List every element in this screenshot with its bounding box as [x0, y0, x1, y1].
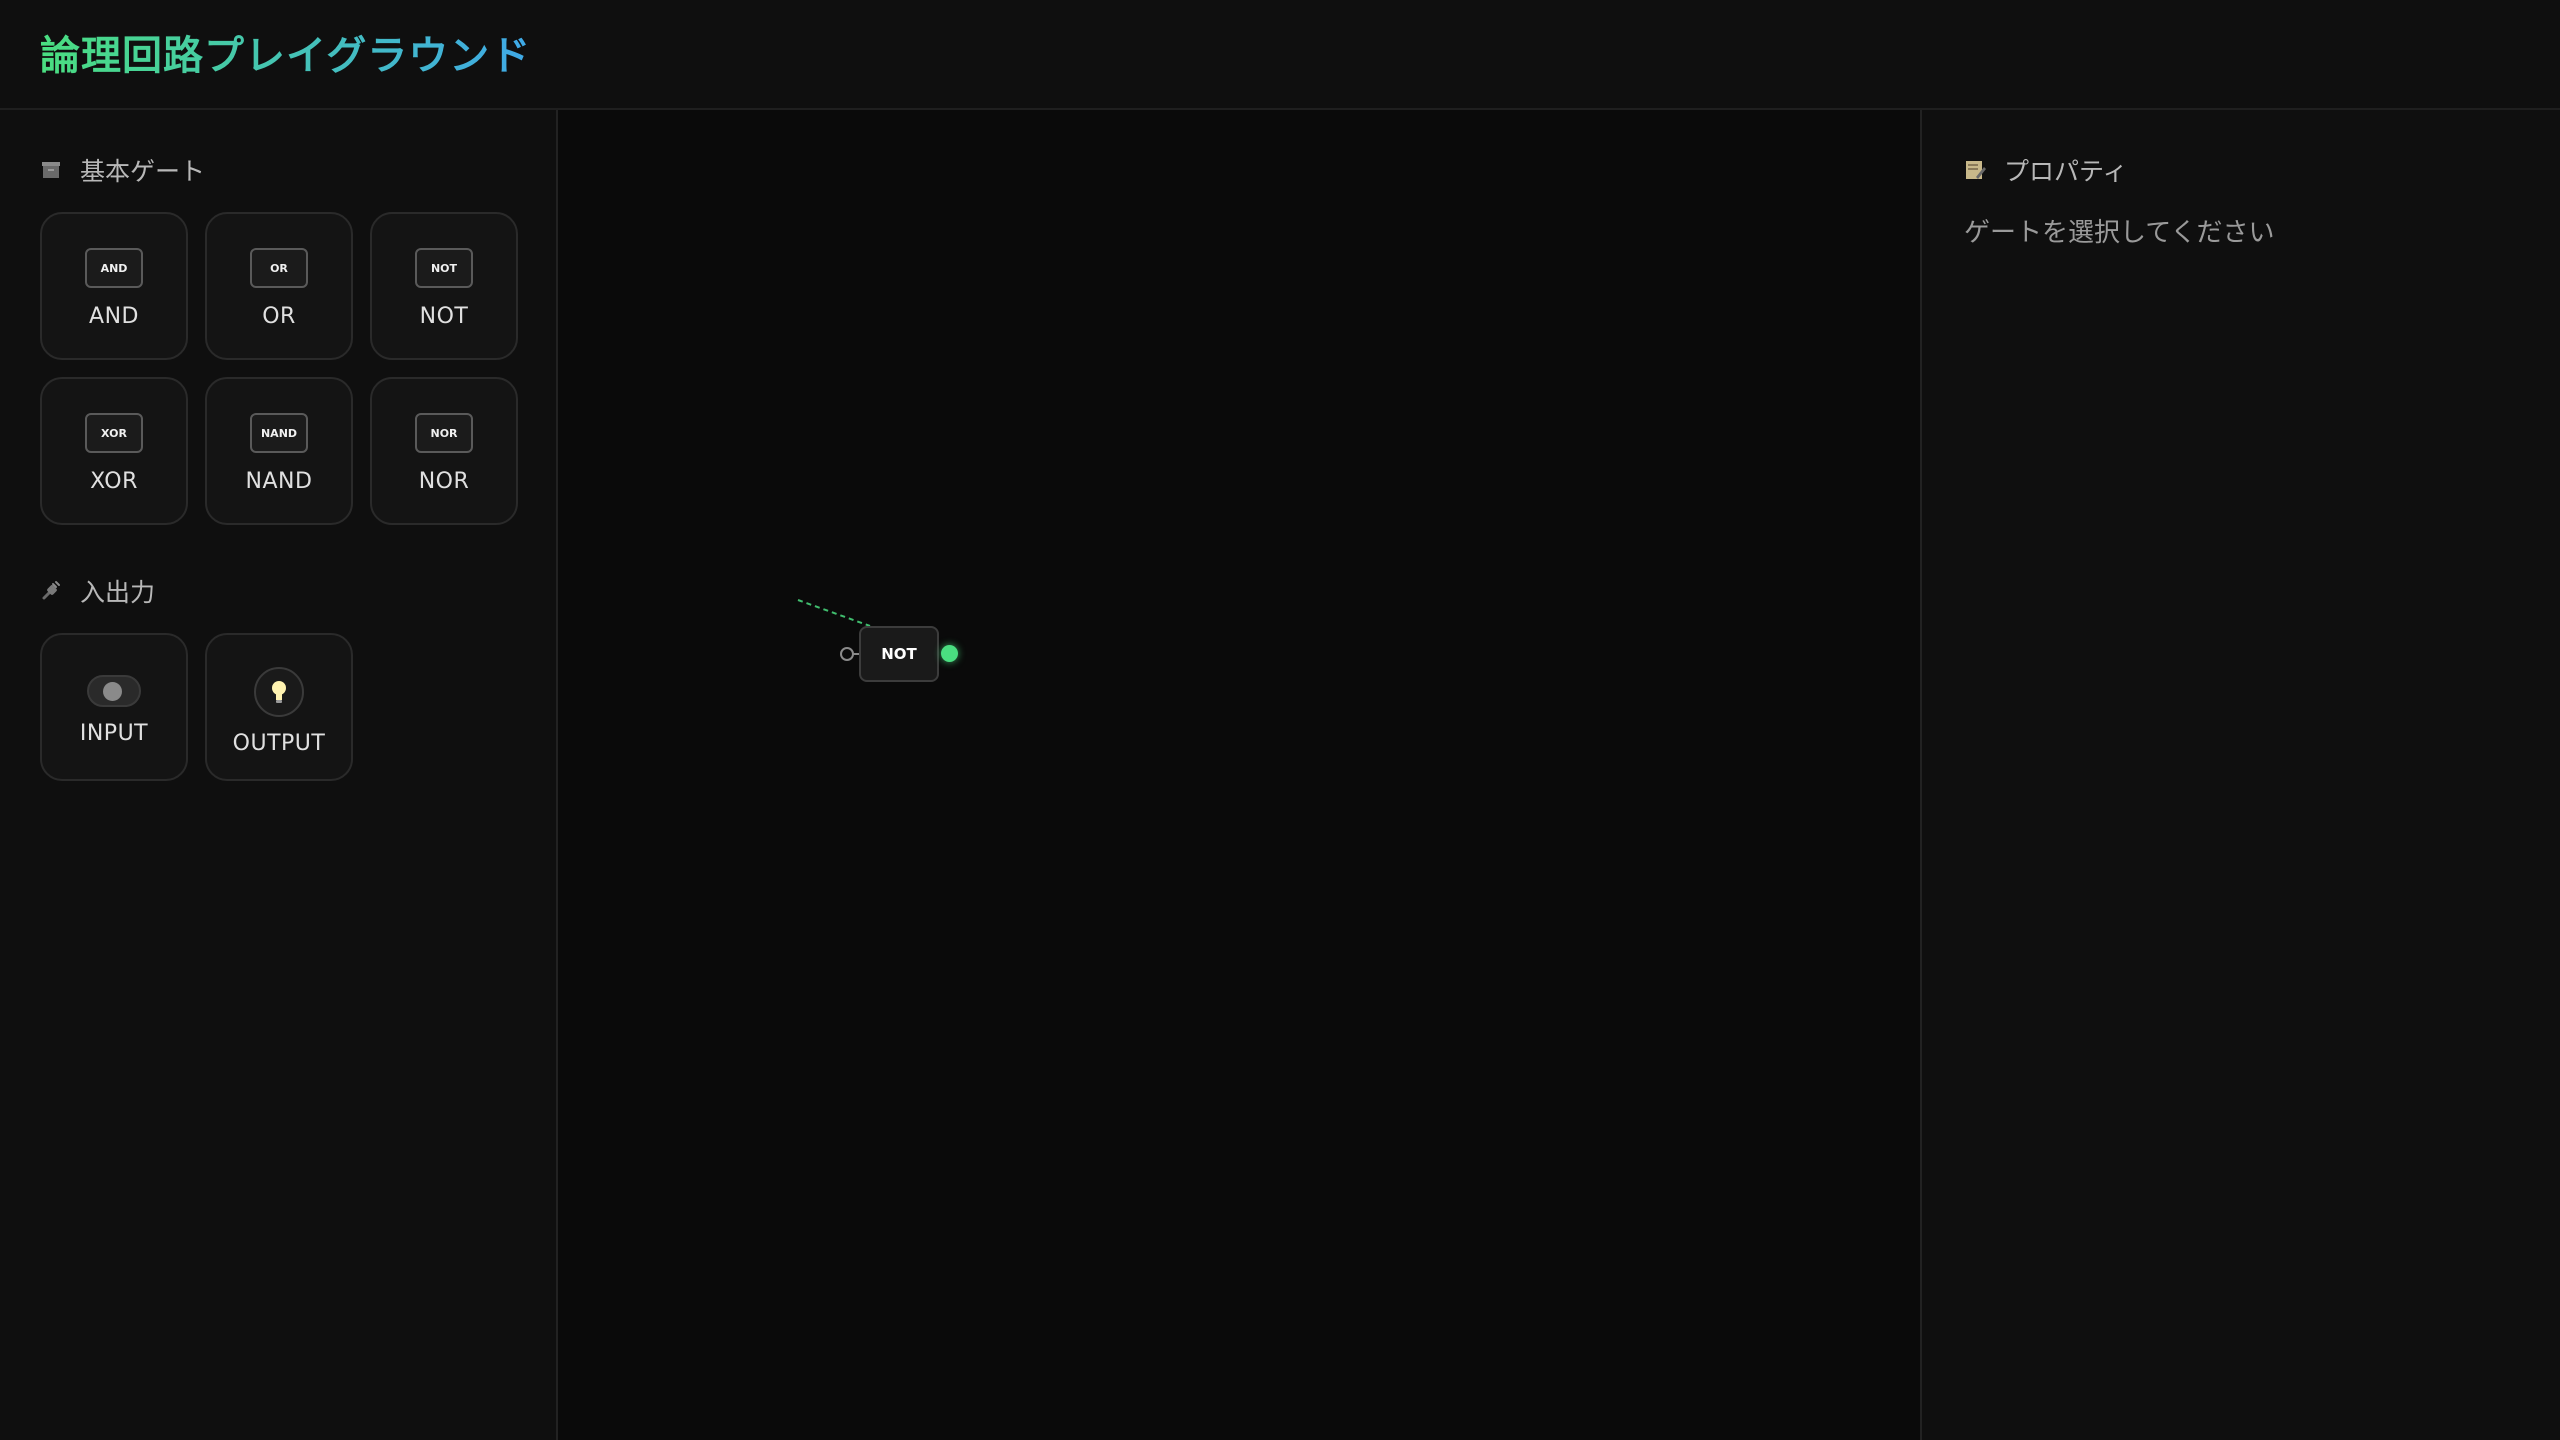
properties-section-title: プロパティ [2004, 157, 2128, 186]
palette-not-gate[interactable]: NOT NOT [370, 212, 518, 360]
palette-or-gate[interactable]: OR OR [205, 212, 353, 360]
io-section-title: 入出力 [80, 578, 156, 607]
nor-gate-icon: NOR [415, 413, 473, 453]
not-gate-node[interactable]: NOT [859, 626, 939, 682]
palette-item-label: XOR [90, 469, 138, 494]
xor-gate-icon: XOR [85, 413, 143, 453]
io-grid: INPUT OUTPUT [40, 633, 518, 781]
circuit-canvas[interactable]: NOT [558, 110, 1920, 1440]
palette-xor-gate[interactable]: XOR XOR [40, 377, 188, 525]
palette-item-label: OR [262, 304, 296, 329]
palette-output[interactable]: OUTPUT [205, 633, 353, 781]
not-gate-output-port[interactable] [941, 645, 958, 662]
palette-nor-gate[interactable]: NOR NOR [370, 377, 518, 525]
palette-item-label: NOR [418, 469, 470, 494]
gate-palette-sidebar: 基本ゲート AND AND OR OR NOT NOT XOR XOR NAND… [0, 110, 558, 1440]
palette-nand-gate[interactable]: NAND NAND [205, 377, 353, 525]
palette-item-label: AND [89, 304, 139, 329]
app-root: 論理回路プレイグラウンド 基本ゲート AND AND OR OR NOT NOT… [0, 0, 2560, 1440]
palette-item-label: OUTPUT [232, 731, 326, 756]
basic-gates-section-title: 基本ゲート [80, 157, 206, 186]
basic-gates-grid: AND AND OR OR NOT NOT XOR XOR NAND NAND … [40, 212, 518, 525]
app-header: 論理回路プレイグラウンド [0, 0, 2560, 110]
io-section-header: 入出力 [40, 571, 155, 611]
not-gate-icon: NOT [415, 248, 473, 288]
light-bulb-icon [254, 667, 304, 717]
properties-empty-message: ゲートを選択してください [1964, 218, 2275, 248]
properties-section-header: プロパティ [1964, 150, 2128, 190]
plug-icon [40, 580, 62, 602]
and-gate-icon: AND [85, 248, 143, 288]
palette-and-gate[interactable]: AND AND [40, 212, 188, 360]
palette-item-label: NOT [419, 304, 469, 329]
toggle-knob [103, 682, 122, 701]
app-title: 論理回路プレイグラウンド [40, 26, 531, 86]
wire-layer [797, 599, 871, 627]
not-gate-input-port[interactable] [840, 647, 854, 661]
palette-input[interactable]: INPUT [40, 633, 188, 781]
memo-icon [1964, 159, 1986, 181]
or-gate-icon: OR [250, 248, 308, 288]
pending-wire [797, 599, 871, 627]
properties-panel: プロパティ ゲートを選択してください [1920, 110, 2560, 1440]
nand-gate-icon: NAND [250, 413, 308, 453]
box-icon [40, 159, 62, 181]
basic-gates-section-header: 基本ゲート [40, 150, 205, 190]
palette-item-label: NAND [245, 469, 313, 494]
palette-item-label: INPUT [79, 721, 149, 746]
toggle-switch-icon [87, 675, 141, 707]
